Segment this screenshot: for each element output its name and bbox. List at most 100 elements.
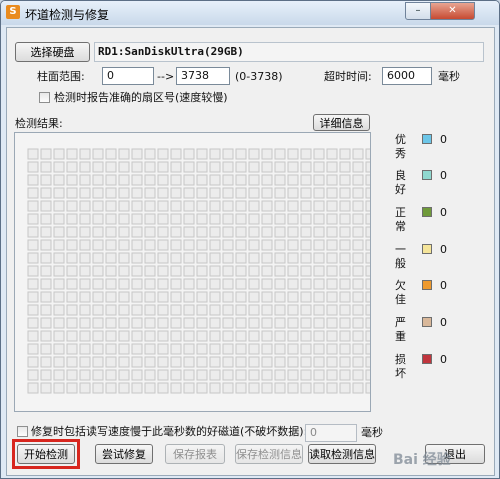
grid-cell: [352, 213, 364, 225]
grid-cell: [222, 369, 234, 381]
grid-cell: [261, 187, 273, 199]
grid-cell: [313, 278, 325, 290]
detail-info-button[interactable]: 详细信息: [313, 114, 370, 131]
grid-cell: [92, 291, 104, 303]
grid-cell: [196, 226, 208, 238]
grid-cell: [339, 226, 351, 238]
grid-cell: [274, 187, 286, 199]
grid-cell: [287, 369, 299, 381]
grid-cell: [300, 187, 312, 199]
grid-cell: [300, 148, 312, 160]
range-to-input[interactable]: 3738: [176, 67, 230, 85]
grid-cell: [183, 226, 195, 238]
grid-cell: [209, 265, 221, 277]
grid-cell: [92, 187, 104, 199]
grid-cell: [326, 291, 338, 303]
grid-cell: [365, 317, 377, 329]
grid-cell: [131, 187, 143, 199]
grid-cell: [92, 174, 104, 186]
grid-cell: [196, 278, 208, 290]
grid-cell: [196, 187, 208, 199]
grid-cell: [196, 252, 208, 264]
grid-cell: [144, 174, 156, 186]
save-report-button[interactable]: 保存报表: [165, 444, 225, 464]
grid-cell: [248, 291, 260, 303]
minimize-button[interactable]: –: [405, 2, 431, 20]
grid-cell: [118, 226, 130, 238]
legend-swatch: [422, 280, 432, 290]
select-disk-button[interactable]: 选择硬盘: [15, 42, 90, 62]
grid-cell: [365, 213, 377, 225]
grid-cell: [170, 330, 182, 342]
grid-cell: [261, 330, 273, 342]
grid-cell: [183, 317, 195, 329]
close-button[interactable]: ✕: [430, 2, 475, 20]
grid-cell: [66, 239, 78, 251]
grid-cell: [300, 317, 312, 329]
grid-cell: [339, 278, 351, 290]
slow-threshold-input[interactable]: 0: [305, 424, 357, 442]
grid-cell: [92, 278, 104, 290]
grid-cell: [326, 252, 338, 264]
grid-cell: [339, 148, 351, 160]
grid-cell: [131, 291, 143, 303]
try-repair-button[interactable]: 尝试修复: [95, 444, 153, 464]
grid-cell: [157, 343, 169, 355]
grid-cell: [40, 382, 52, 394]
grid-cell: [248, 343, 260, 355]
save-scan-info-button[interactable]: 保存检测信息: [235, 444, 303, 464]
report-sector-checkbox[interactable]: [39, 92, 50, 103]
grid-cell: [352, 317, 364, 329]
read-scan-info-button[interactable]: 读取检测信息: [308, 444, 376, 464]
grid-cell: [196, 213, 208, 225]
grid-cell: [352, 343, 364, 355]
grid-cell: [40, 226, 52, 238]
dialog-window: S 坏道检测与修复 – ✕ 选择硬盘 RD1:SanDiskUltra(29GB…: [0, 0, 500, 479]
grid-cell: [183, 187, 195, 199]
grid-cell: [118, 304, 130, 316]
grid-cell: [66, 200, 78, 212]
grid-cell: [313, 174, 325, 186]
grid-cell: [209, 239, 221, 251]
legend-swatch: [422, 354, 432, 364]
grid-cell: [40, 187, 52, 199]
grid-cell: [287, 200, 299, 212]
grid-cell: [40, 174, 52, 186]
grid-cell: [170, 174, 182, 186]
grid-cell: [209, 356, 221, 368]
grid-cell: [27, 369, 39, 381]
grid-cell: [326, 174, 338, 186]
include-slow-checkbox[interactable]: [17, 426, 28, 437]
grid-cell: [352, 265, 364, 277]
grid-cell: [27, 226, 39, 238]
range-from-input[interactable]: 0: [102, 67, 154, 85]
grid-cell: [92, 161, 104, 173]
grid-cell: [196, 317, 208, 329]
grid-cell: [144, 330, 156, 342]
grid-cell: [118, 278, 130, 290]
grid-cell: [261, 252, 273, 264]
grid-cell: [313, 330, 325, 342]
grid-cell: [157, 304, 169, 316]
grid-cell: [196, 148, 208, 160]
grid-cell: [196, 291, 208, 303]
grid-cell: [157, 213, 169, 225]
grid-cell: [261, 161, 273, 173]
grid-cell: [274, 369, 286, 381]
grid-cell: [105, 304, 117, 316]
grid-cell: [144, 239, 156, 251]
grid-cell: [183, 343, 195, 355]
title-bar[interactable]: S 坏道检测与修复 – ✕: [1, 1, 499, 25]
grid-cell: [365, 304, 377, 316]
grid-cell: [261, 174, 273, 186]
grid-cell: [118, 161, 130, 173]
grid-cell: [131, 200, 143, 212]
grid-cell: [196, 174, 208, 186]
grid-cell: [248, 278, 260, 290]
grid-cell: [27, 252, 39, 264]
grid-cell: [105, 382, 117, 394]
grid-cell: [157, 356, 169, 368]
timeout-input[interactable]: 6000: [382, 67, 432, 85]
grid-cell: [157, 265, 169, 277]
grid-cell: [105, 330, 117, 342]
